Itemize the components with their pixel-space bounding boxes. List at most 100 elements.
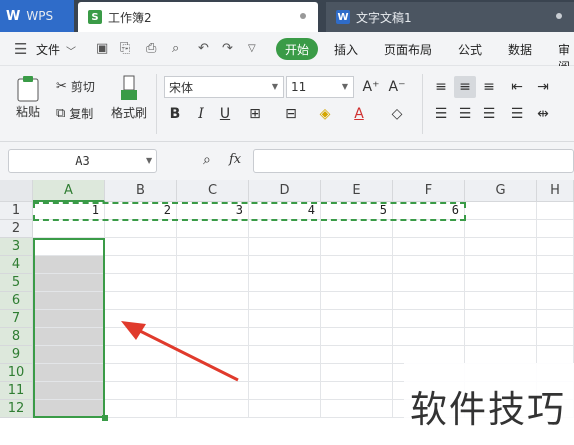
file-menu[interactable]: 文件 — [36, 41, 60, 58]
cut-button[interactable]: ✂ 剪切 — [56, 78, 95, 95]
cell-h5[interactable] — [537, 274, 574, 292]
cell-a4[interactable] — [33, 256, 105, 274]
tab-page-layout[interactable]: 页面布局 — [384, 41, 432, 58]
cell-c6[interactable] — [177, 292, 249, 310]
cell-e3[interactable] — [321, 238, 393, 256]
tab-formulas[interactable]: 公式 — [458, 41, 482, 58]
cell-b11[interactable] — [105, 382, 177, 400]
cell-f1[interactable]: 6 — [393, 202, 465, 220]
tab-wps-home[interactable]: W WPS — [0, 0, 74, 32]
cell-d9[interactable] — [249, 346, 321, 364]
tab-insert[interactable]: 插入 — [334, 41, 358, 58]
cell-e11[interactable] — [321, 382, 393, 400]
cell-d11[interactable] — [249, 382, 321, 400]
font-name-select[interactable]: 宋体 ▼ — [164, 76, 284, 98]
print-preview-icon[interactable]: ⌕ — [172, 41, 179, 56]
cell-d6[interactable] — [249, 292, 321, 310]
fill-handle[interactable] — [102, 415, 108, 421]
cell-d1[interactable]: 4 — [249, 202, 321, 220]
cell-d3[interactable] — [249, 238, 321, 256]
row-header-6[interactable]: 6 — [0, 292, 33, 310]
cell-b3[interactable] — [105, 238, 177, 256]
cell-a12[interactable] — [33, 400, 105, 418]
cell-b4[interactable] — [105, 256, 177, 274]
cell-b1[interactable]: 2 — [105, 202, 177, 220]
fx-icon[interactable]: fx — [229, 152, 241, 167]
cell-a1[interactable]: 1 — [33, 202, 105, 220]
chevron-down-icon[interactable]: ﹀ — [66, 43, 76, 58]
undo-icon[interactable]: ↶ — [198, 41, 209, 56]
cell-e2[interactable] — [321, 220, 393, 238]
indent-decrease-icon[interactable]: ⇤ — [506, 76, 528, 98]
cell-c9[interactable] — [177, 346, 249, 364]
cell-g4[interactable] — [465, 256, 537, 274]
cell-g9[interactable] — [465, 346, 537, 364]
font-size-select[interactable]: 11 ▼ — [286, 76, 354, 98]
cell-e1[interactable]: 5 — [321, 202, 393, 220]
cell-h9[interactable] — [537, 346, 574, 364]
cell-f6[interactable] — [393, 292, 465, 310]
cell-a10[interactable] — [33, 364, 105, 382]
row-header-9[interactable]: 9 — [0, 346, 33, 364]
cell-g8[interactable] — [465, 328, 537, 346]
cell-g2[interactable] — [465, 220, 537, 238]
cell-d8[interactable] — [249, 328, 321, 346]
cell-g3[interactable] — [465, 238, 537, 256]
name-box[interactable]: A3 — [8, 149, 157, 173]
cell-g7[interactable] — [465, 310, 537, 328]
cell-h4[interactable] — [537, 256, 574, 274]
select-all-corner[interactable] — [0, 180, 33, 202]
cell-e6[interactable] — [321, 292, 393, 310]
cell-d5[interactable] — [249, 274, 321, 292]
cell-c5[interactable] — [177, 274, 249, 292]
italic-button[interactable]: I — [190, 103, 212, 125]
column-header-g[interactable]: G — [465, 180, 537, 202]
cell-c7[interactable] — [177, 310, 249, 328]
print-icon[interactable]: ⎙ — [146, 41, 156, 56]
align-right-icon[interactable]: ☰ — [478, 103, 500, 125]
zoom-search-icon[interactable]: ⌕ — [203, 152, 211, 168]
align-top-icon[interactable]: ≡ — [430, 76, 452, 98]
merge-cells-icon[interactable]: ⊟ — [280, 103, 302, 125]
cell-h1[interactable] — [537, 202, 574, 220]
row-header-12[interactable]: 12 — [0, 400, 33, 418]
tab-data[interactable]: 数据 — [508, 41, 532, 58]
row-header-11[interactable]: 11 — [0, 382, 33, 400]
tab-document[interactable]: W 文字文稿1 — [326, 2, 574, 32]
close-tab-icon[interactable] — [556, 13, 562, 19]
cell-c1[interactable]: 3 — [177, 202, 249, 220]
cell-f3[interactable] — [393, 238, 465, 256]
save-icon[interactable]: ▣ — [96, 41, 108, 56]
borders-icon[interactable]: ⊞ — [244, 103, 266, 125]
bold-button[interactable]: B — [164, 103, 186, 125]
close-tab-icon[interactable] — [300, 13, 306, 19]
column-header-d[interactable]: D — [249, 180, 321, 202]
cell-e12[interactable] — [321, 400, 393, 418]
row-header-8[interactable]: 8 — [0, 328, 33, 346]
column-header-f[interactable]: F — [393, 180, 465, 202]
fill-color-icon[interactable]: ◈ — [314, 103, 336, 125]
cell-c4[interactable] — [177, 256, 249, 274]
cell-b2[interactable] — [105, 220, 177, 238]
row-header-7[interactable]: 7 — [0, 310, 33, 328]
cell-a8[interactable] — [33, 328, 105, 346]
cell-b9[interactable] — [105, 346, 177, 364]
cell-g6[interactable] — [465, 292, 537, 310]
cell-g5[interactable] — [465, 274, 537, 292]
row-header-5[interactable]: 5 — [0, 274, 33, 292]
cell-b7[interactable] — [105, 310, 177, 328]
formula-input[interactable] — [253, 149, 574, 173]
cell-e7[interactable] — [321, 310, 393, 328]
cell-h6[interactable] — [537, 292, 574, 310]
align-middle-icon[interactable]: ≡ — [454, 76, 476, 98]
column-header-e[interactable]: E — [321, 180, 393, 202]
column-header-b[interactable]: B — [105, 180, 177, 202]
decrease-font-icon[interactable]: A⁻ — [386, 76, 408, 98]
export-icon[interactable]: ⎘ — [120, 41, 130, 56]
chevron-down-icon[interactable]: ▼ — [146, 156, 152, 165]
font-color-icon[interactable]: A — [348, 103, 370, 125]
cell-e5[interactable] — [321, 274, 393, 292]
cell-a11[interactable] — [33, 382, 105, 400]
indent-increase-icon[interactable]: ⇥ — [532, 76, 554, 98]
cell-a5[interactable] — [33, 274, 105, 292]
